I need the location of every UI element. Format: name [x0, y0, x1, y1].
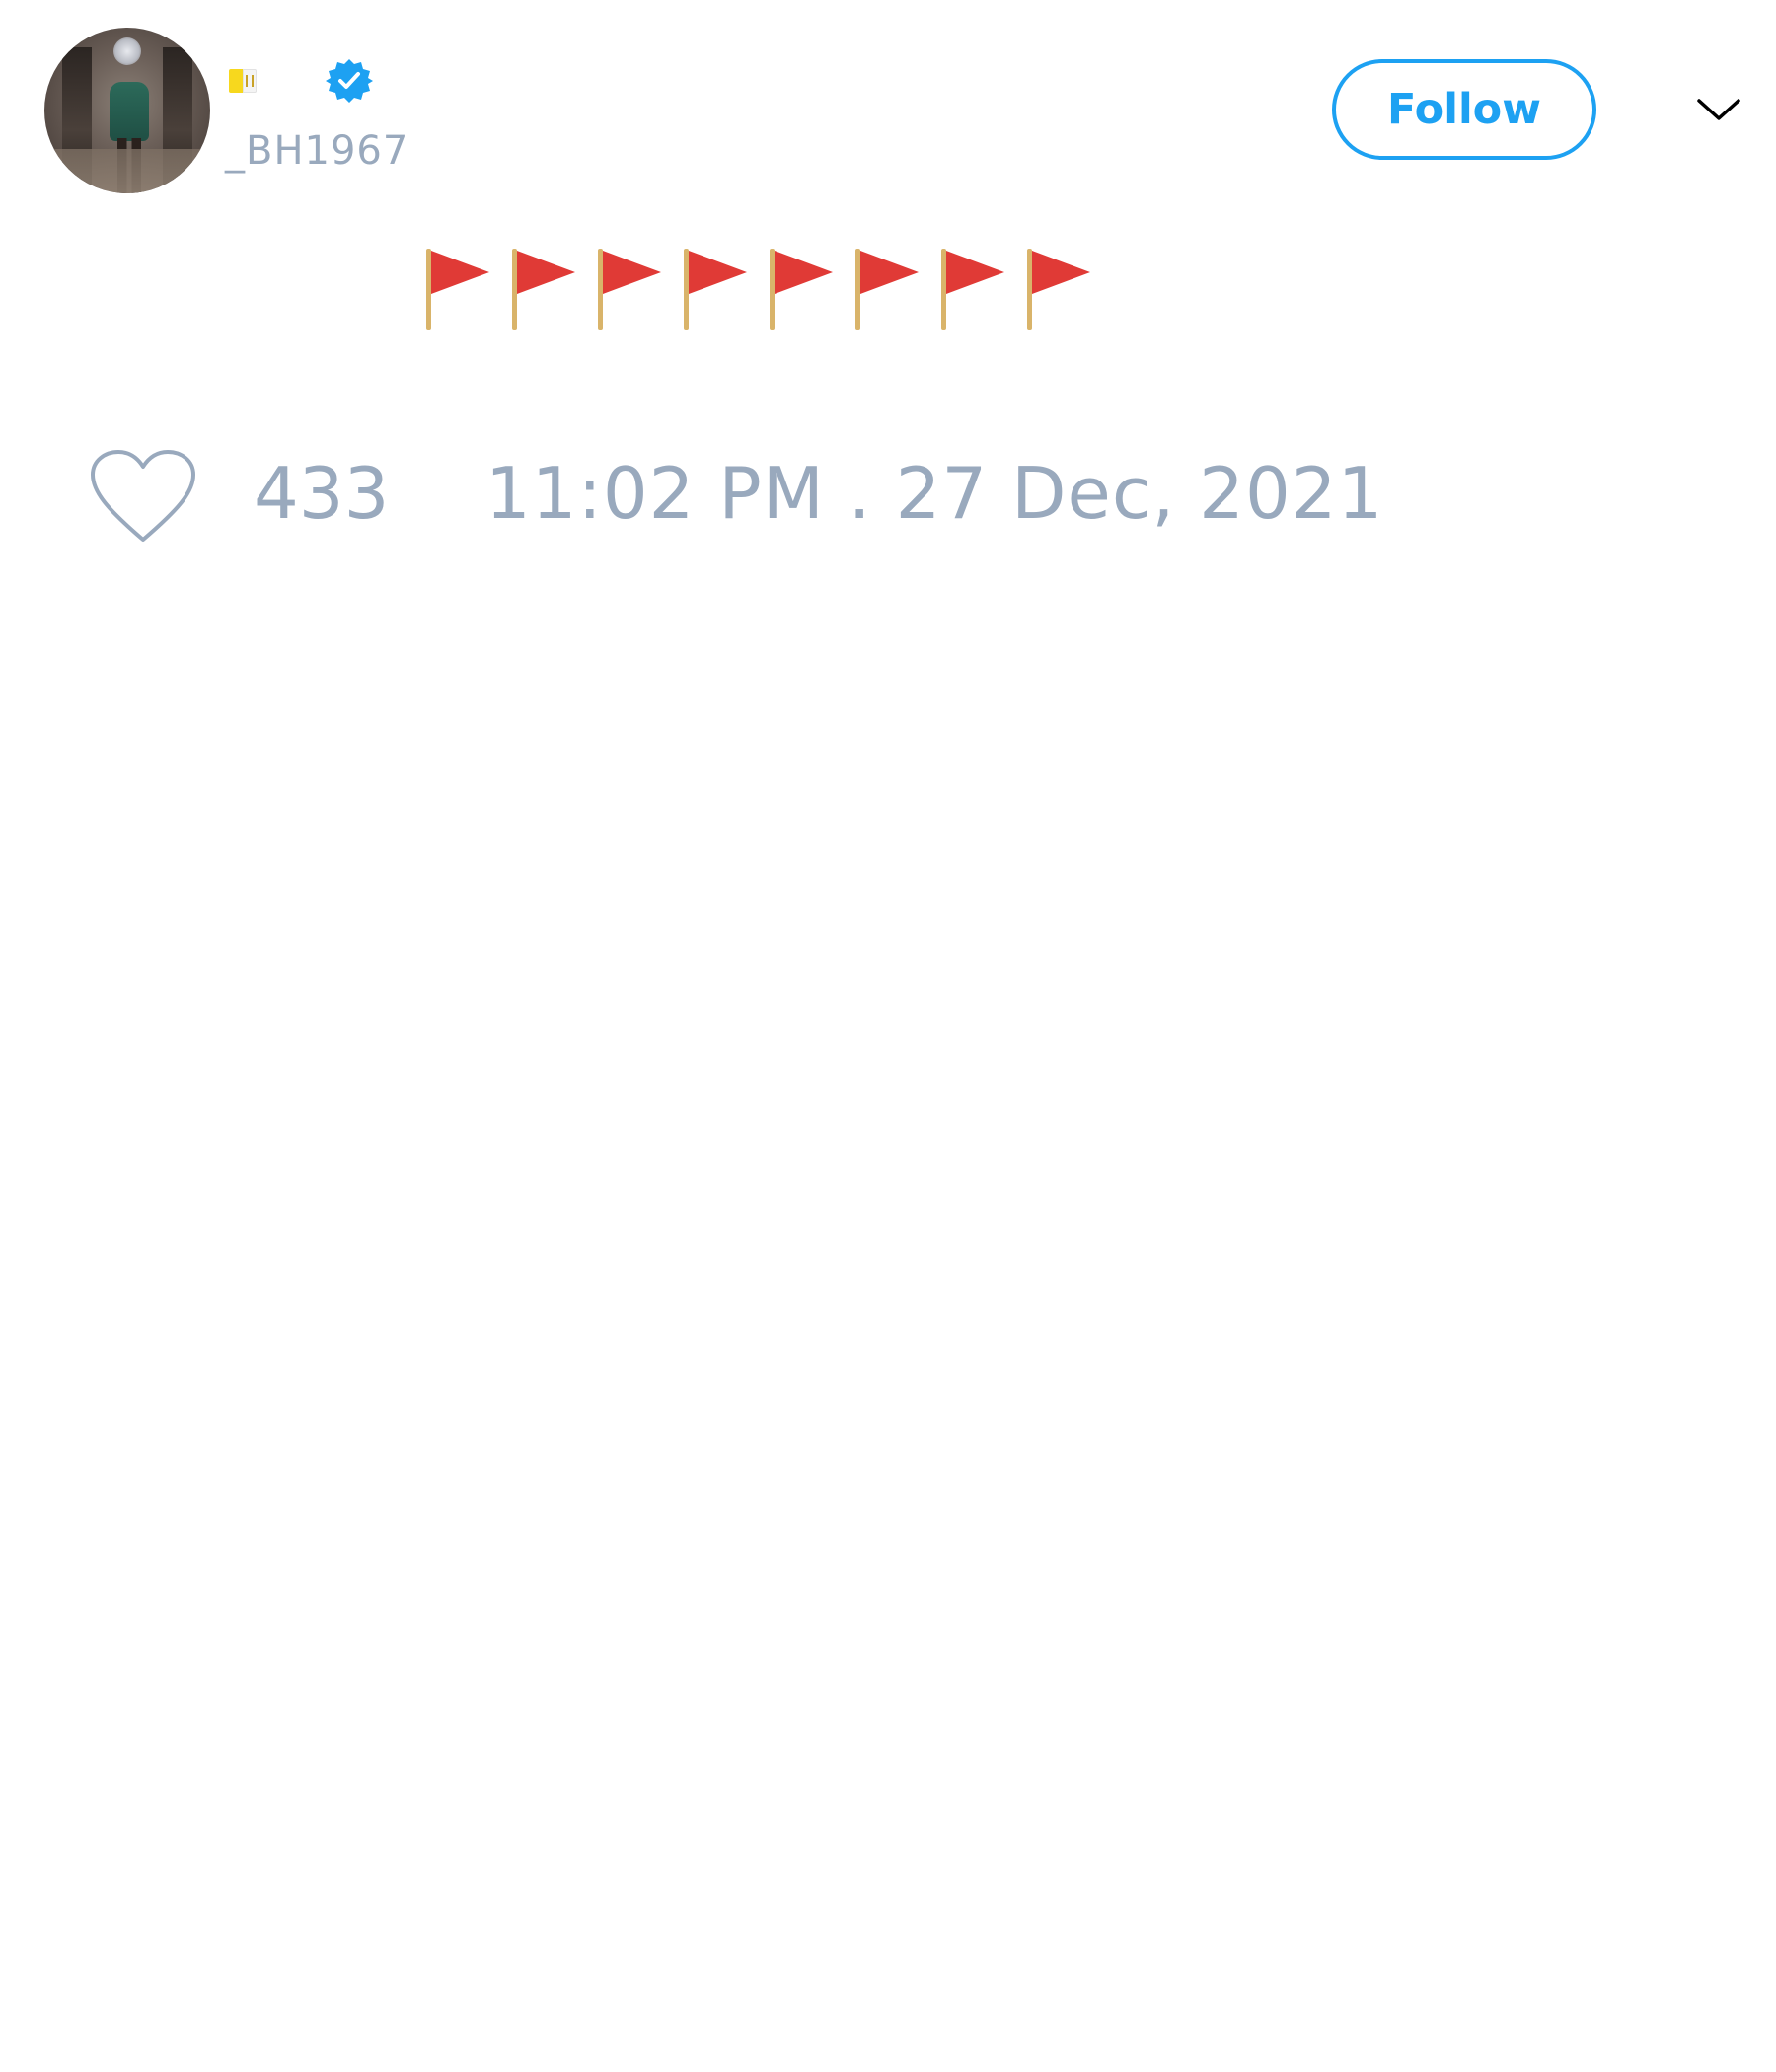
red-flag-icon — [853, 245, 939, 332]
heart-icon[interactable] — [89, 449, 197, 548]
avatar-light — [113, 37, 141, 65]
chevron-down-icon[interactable] — [1695, 91, 1742, 130]
avatar-figure — [110, 82, 149, 141]
red-flag-icon — [939, 245, 1025, 332]
red-flag-icon — [510, 245, 596, 332]
tweet-actions: 433 11:02 PM . 27 Dec, 2021 — [89, 444, 1382, 553]
avatar[interactable] — [44, 28, 210, 193]
red-flag-icon — [596, 245, 682, 332]
like-count: 433 — [254, 452, 390, 535]
follow-button[interactable]: Follow — [1332, 59, 1596, 160]
tweet-text — [424, 245, 1111, 332]
tweet-timestamp[interactable]: 11:02 PM . 27 Dec, 2021 — [485, 452, 1383, 535]
verified-badge-icon — [326, 57, 373, 105]
vatican-flag-icon — [229, 69, 257, 93]
user-handle[interactable]: _BH1967 — [225, 128, 408, 174]
red-flag-icon — [768, 245, 853, 332]
display-name[interactable] — [229, 57, 373, 105]
red-flag-icon — [682, 245, 768, 332]
tweet-card: _BH1967 Follow 433 11:02 PM . 27 Dec, 20… — [0, 0, 1776, 2072]
avatar-floor — [44, 149, 210, 193]
red-flag-icon — [424, 245, 510, 332]
red-flag-icon — [1025, 245, 1111, 332]
